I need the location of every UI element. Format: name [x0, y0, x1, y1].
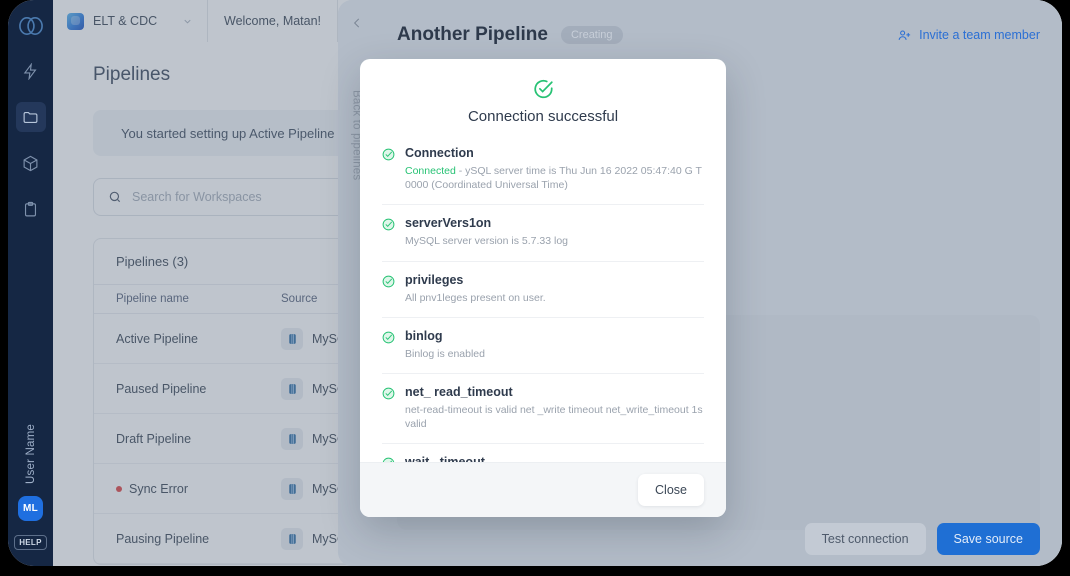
check-circle-icon — [382, 387, 395, 400]
browser-window: User Name ML HELP ELT & CDC Welcome, Mat… — [8, 0, 1062, 566]
check-text: wait_ timeout wait timeout is valid — [405, 455, 496, 462]
check-status-word: Connected — [405, 165, 456, 177]
check-text: net_ read_timeout net-read-timeout is va… — [405, 385, 704, 431]
save-source-button[interactable]: Save source — [936, 522, 1040, 555]
check-desc: All pnv1leges present on user. — [405, 291, 546, 304]
test-connection-button[interactable]: Test connection — [804, 522, 926, 555]
check-name: wait_ timeout — [405, 455, 496, 462]
check-name: privileges — [405, 272, 464, 287]
left-nav-rail: User Name ML HELP — [8, 0, 53, 566]
sidebar-item-folder[interactable] — [15, 102, 46, 132]
check-text: serverVers1on MySQL server version is 5.… — [405, 216, 568, 248]
check-item-connection: Connection Connected - ySQL server time … — [382, 135, 704, 206]
status-badge: Creating — [560, 26, 623, 44]
check-item-net-read-timeout: net_ read_timeout net-read-timeout is va… — [382, 374, 704, 445]
check-circle-icon — [382, 148, 395, 161]
clipboard-icon — [24, 201, 37, 216]
sidebar-item-clipboard[interactable] — [16, 194, 46, 224]
check-name: binlog — [405, 328, 443, 343]
rail-user-name: User Name — [24, 424, 37, 484]
check-text: binlog Binlog is enabled — [405, 329, 485, 361]
avatar[interactable]: ML — [18, 496, 43, 521]
chevron-left-icon — [353, 18, 359, 28]
check-desc: MySQL server version is 5.7.33 log — [405, 235, 569, 248]
modal-header: Connection successful — [360, 59, 726, 135]
check-item-binlog: binlog Binlog is enabled — [382, 318, 704, 374]
sidebar-item-package[interactable] — [16, 148, 46, 178]
check-desc: Connected - ySQL server time is Thu Jun … — [405, 164, 704, 192]
drawer-title: Another Pipeline — [397, 24, 548, 45]
invite-team-member-button[interactable]: Invite a team member — [897, 28, 1040, 43]
help-button[interactable]: HELP — [14, 535, 47, 550]
check-circle-icon — [382, 331, 395, 344]
check-circle-icon — [382, 275, 395, 287]
check-desc: net-read-timeout is valid net _write tim… — [405, 403, 703, 431]
modal-footer: Close — [360, 462, 726, 517]
check-item-privileges: privileges All pnv1leges present on user… — [382, 262, 704, 318]
connection-result-modal: Connection successful Connection Connect… — [360, 59, 726, 517]
sidebar-item-bolt[interactable] — [16, 56, 46, 86]
success-check-circle-icon — [534, 79, 553, 99]
package-icon — [23, 155, 38, 171]
drawer-footer: Test connection Save source — [375, 511, 1062, 566]
check-text: privileges All pnv1leges present on user… — [405, 273, 546, 305]
check-name: Connection — [405, 146, 474, 160]
check-name: serverVers1on — [405, 216, 492, 231]
app-root: User Name ML HELP ELT & CDC Welcome, Mat… — [0, 0, 1070, 576]
invite-team-member-label: Invite a team member — [919, 28, 1040, 42]
check-text: Connection Connected - ySQL server time … — [405, 146, 704, 192]
check-item-wait-timeout: wait_ timeout wait timeout is valid — [382, 444, 704, 462]
check-item-serverversion: serverVers1on MySQL server version is 5.… — [382, 205, 704, 262]
bolt-icon — [23, 62, 37, 80]
folder-icon — [23, 111, 38, 123]
check-list: Connection Connected - ySQL server time … — [360, 135, 726, 462]
close-button[interactable]: Close — [638, 474, 704, 506]
app-logo-icon — [18, 17, 43, 35]
check-circle-icon — [382, 218, 395, 231]
check-desc: Binlog is enabled — [405, 347, 485, 360]
check-name: net_ read_timeout — [405, 384, 513, 399]
add-user-icon — [898, 29, 911, 40]
modal-title: Connection successful — [467, 108, 619, 125]
